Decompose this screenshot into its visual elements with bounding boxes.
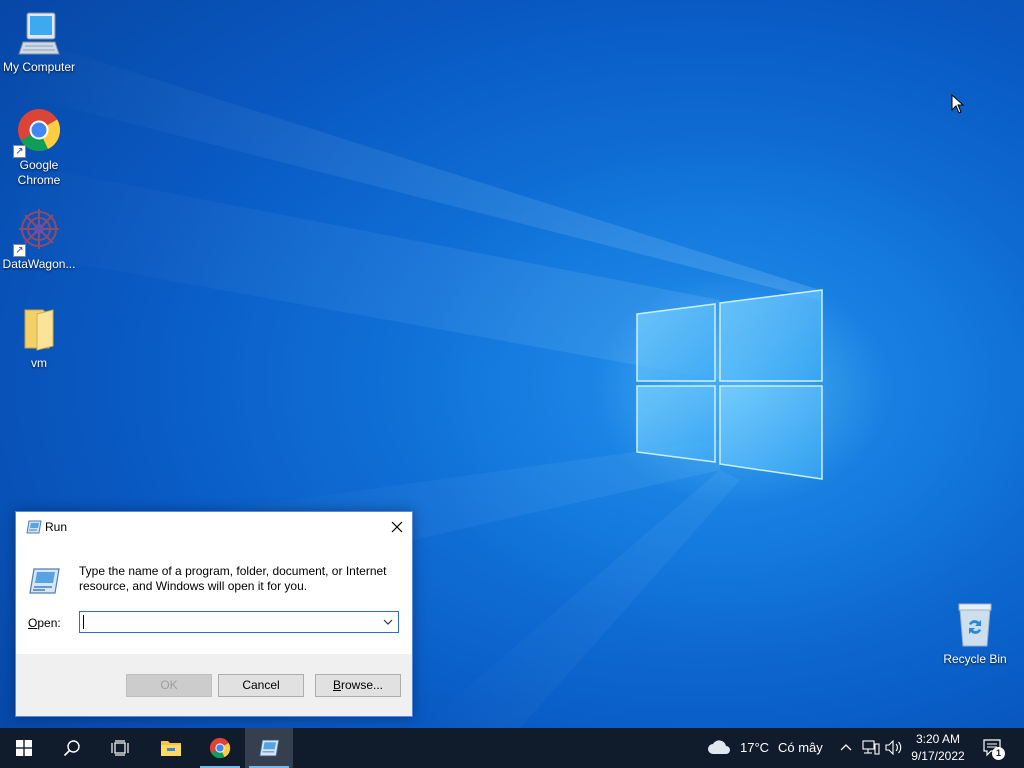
notification-count-badge: 1 [992, 747, 1005, 760]
folder-icon [15, 306, 63, 354]
mouse-cursor-icon [951, 94, 965, 114]
cancel-button[interactable]: Cancel [218, 674, 304, 697]
run-dialog-icon [29, 568, 60, 594]
recycle-bin-icon [951, 602, 999, 650]
chevron-down-icon[interactable] [381, 615, 395, 629]
taskbar-file-explorer[interactable] [147, 728, 195, 768]
desktop-icon-label: vm [31, 356, 47, 370]
run-app-icon [259, 739, 280, 757]
chevron-up-icon[interactable] [840, 742, 852, 752]
search-button[interactable] [48, 728, 96, 768]
open-label-accel: O [28, 616, 38, 630]
weather-widget[interactable]: 17°C Có mây [704, 728, 830, 768]
volume-icon[interactable] [885, 740, 903, 755]
weather-condition: Có mây [778, 740, 823, 755]
weather-temperature: 17°C [740, 740, 770, 755]
file-explorer-icon [161, 741, 181, 756]
task-view-icon [111, 740, 129, 756]
ok-button[interactable]: OK [126, 674, 212, 697]
desktop-icon-label: Google Chrome [17, 158, 61, 187]
windows-start-icon [16, 740, 32, 756]
run-app-icon [26, 520, 42, 534]
desktop-icon-recycle-bin[interactable]: Recycle Bin [936, 602, 1014, 667]
desktop-icon-label: DataWagon... [2, 257, 76, 271]
chrome-icon [209, 737, 231, 759]
start-button[interactable] [0, 728, 48, 768]
cloud-icon [708, 740, 730, 754]
desktop-icon-vm-folder[interactable]: vm [0, 306, 78, 371]
clock-date: 9/17/2022 [911, 749, 965, 763]
search-icon [63, 740, 80, 757]
open-combobox[interactable] [79, 611, 399, 633]
open-label-text: pen: [37, 616, 61, 630]
system-clock[interactable]: 3:20 AM 9/17/2022 [905, 731, 971, 765]
text-caret [83, 615, 84, 629]
close-icon [391, 521, 403, 533]
chrome-icon: ↗ [13, 108, 63, 158]
open-label: Open: [28, 616, 61, 630]
run-dialog-footer: OK Cancel Browse... [16, 654, 412, 716]
shortcut-arrow-icon: ↗ [13, 244, 26, 257]
datawagon-icon: ↗ [13, 207, 63, 257]
computer-icon [15, 10, 63, 58]
task-view-button[interactable] [96, 728, 144, 768]
browse-accel: B [332, 678, 341, 692]
open-input[interactable] [83, 614, 373, 630]
run-dialog-title: Run [45, 520, 68, 534]
desktop-icon-my-computer[interactable]: My Computer [0, 10, 78, 75]
taskbar-google-chrome[interactable] [196, 728, 244, 768]
browse-button[interactable]: Browse... [315, 674, 401, 697]
browse-text: rowse... [341, 678, 384, 692]
run-dialog: Run Type the name of a program, folder, … [15, 511, 413, 717]
run-description: Type the name of a program, folder, docu… [79, 564, 387, 593]
close-button[interactable] [382, 512, 412, 542]
run-dialog-titlebar[interactable]: Run [16, 512, 412, 542]
shortcut-arrow-icon: ↗ [13, 145, 26, 158]
taskbar: 17°C Có mây 3:20 AM 9/17/2022 [0, 728, 1024, 768]
network-icon[interactable] [862, 740, 880, 755]
clock-time: 3:20 AM [915, 732, 961, 746]
desktop-icon-datawagon[interactable]: ↗ DataWagon... [0, 207, 78, 272]
desktop-icon-label: My Computer [2, 60, 76, 74]
desktop-icon-google-chrome[interactable]: ↗ Google Chrome [0, 108, 78, 188]
taskbar-run[interactable] [245, 728, 293, 768]
desktop-icon-label: Recycle Bin [943, 652, 1007, 666]
